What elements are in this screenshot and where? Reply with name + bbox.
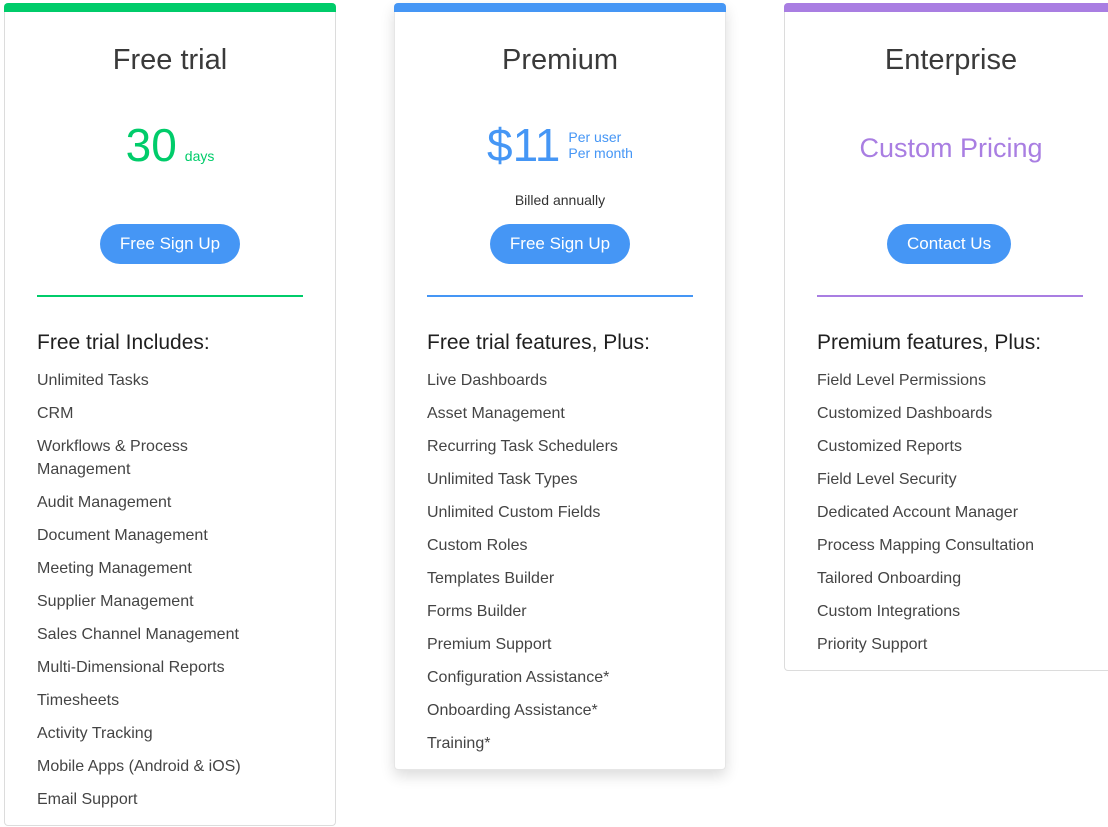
feature-item: Onboarding Assistance*: [427, 702, 598, 719]
feature-item: Activity Tracking: [37, 725, 153, 742]
price-unit: days: [184, 148, 215, 164]
feature-item: Unlimited Tasks: [37, 372, 149, 389]
feature-list: Unlimited Tasks CRM Workflows & Process Ma…: [37, 369, 277, 811]
free-sign-up-button[interactable]: Free Sign Up: [99, 224, 241, 264]
price-value: 30: [125, 119, 177, 171]
feature-item: Mobile Apps (Android & iOS): [37, 758, 241, 775]
feature-item: Configuration Assistance*: [427, 669, 610, 686]
feature-item: Supplier Management: [37, 593, 194, 610]
feature-item: Recurring Task Schedulers: [427, 438, 618, 455]
plan-title: Premium: [501, 44, 618, 76]
price: $11 Per user Per month: [395, 120, 725, 170]
price-unit: Per user Per month: [568, 129, 633, 161]
billing-note: Billed annually: [514, 192, 606, 208]
feature-list: Live Dashboards Asset Management Recurring…: [427, 369, 667, 755]
feature-item: Process Mapping Consultation: [817, 537, 1035, 554]
features-heading: Free trial features, Plus:: [427, 331, 650, 354]
divider: [817, 295, 1083, 297]
feature-item: Field Level Permissions: [817, 372, 986, 389]
accent-bar: [394, 3, 726, 12]
feature-item: Dedicated Account Manager: [817, 504, 1019, 521]
plan-card-premium: Premium $11 Per user Per month Billed an…: [394, 3, 726, 770]
feature-list: Field Level Permissions Customized Dashbo…: [817, 369, 1077, 656]
plan-card-free-trial: Free trial 30 days Free Sign Up Free tri…: [4, 3, 336, 826]
feature-item: Unlimited Custom Fields: [427, 504, 601, 521]
feature-item: Timesheets: [37, 692, 120, 709]
feature-item: Email Support: [37, 791, 138, 808]
plan-card-enterprise: Enterprise Custom Pricing Contact Us Pre…: [784, 3, 1108, 671]
divider: [427, 295, 693, 297]
free-sign-up-button[interactable]: Free Sign Up: [489, 224, 631, 264]
feature-item: Audit Management: [37, 494, 172, 511]
feature-item: Custom Integrations: [817, 603, 961, 620]
feature-item: Customized Dashboards: [817, 405, 993, 422]
feature-item: Tailored Onboarding: [817, 570, 962, 587]
feature-item: Meeting Management: [37, 560, 192, 577]
feature-item: Customized Reports: [817, 438, 962, 455]
feature-item: Premium Support: [427, 636, 552, 653]
price: 30 days: [5, 120, 335, 170]
feature-item: Live Dashboards: [427, 372, 548, 389]
feature-item: Templates Builder: [427, 570, 555, 587]
plan-title: Enterprise: [884, 44, 1018, 76]
feature-item: Asset Management: [427, 405, 565, 422]
accent-bar: [784, 3, 1108, 12]
plan-title: Free trial: [112, 44, 228, 76]
feature-item: Document Management: [37, 527, 208, 544]
price-unit-month: Per month: [568, 145, 633, 161]
feature-item: Training*: [427, 735, 491, 752]
features-heading: Premium features, Plus:: [817, 331, 1042, 354]
custom-pricing: Custom Pricing: [859, 133, 1043, 163]
price-value: $11: [487, 119, 561, 171]
features-heading: Free trial Includes:: [37, 331, 210, 354]
feature-item: CRM: [37, 405, 74, 422]
feature-item: Custom Roles: [427, 537, 528, 554]
feature-item: Forms Builder: [427, 603, 527, 620]
feature-item: Multi-Dimensional Reports: [37, 659, 225, 676]
feature-item: Sales Channel Management: [37, 626, 239, 643]
feature-item: Priority Support: [817, 636, 928, 653]
divider: [37, 295, 303, 297]
feature-item: Field Level Security: [817, 471, 957, 488]
feature-item: Unlimited Task Types: [427, 471, 578, 488]
accent-bar: [4, 3, 336, 12]
contact-us-button[interactable]: Contact Us: [887, 224, 1012, 264]
feature-item: Workflows & Process Management: [37, 438, 188, 478]
price-unit-user: Per user: [568, 129, 622, 145]
